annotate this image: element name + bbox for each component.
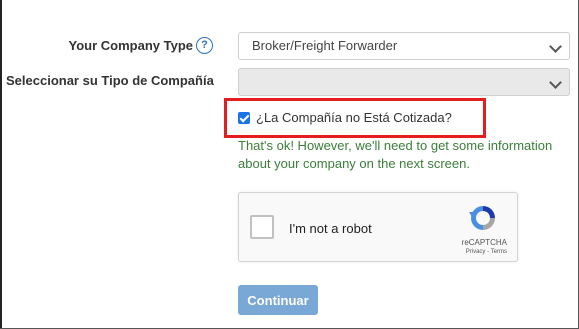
chevron-down-icon <box>549 40 562 53</box>
recaptcha-label: I'm not a robot <box>289 221 372 236</box>
info-message: That's ok! However, we'll need to get so… <box>238 138 553 171</box>
not-listed-checkbox[interactable] <box>238 111 250 124</box>
chevron-down-icon <box>549 76 562 89</box>
recaptcha-privacy-terms-links[interactable]: Privacy - Terms <box>466 249 507 255</box>
select-company-type-dropdown[interactable] <box>238 68 570 96</box>
not-listed-checkbox-label[interactable]: ¿La Compañía no Está Cotizada? <box>256 110 452 125</box>
continue-button[interactable]: Continuar <box>238 285 318 315</box>
company-type-label: Your Company Type ? <box>69 37 213 54</box>
recaptcha-brand-text: reCAPTCHA <box>461 238 507 247</box>
company-type-select[interactable]: Broker/Freight Forwarder <box>238 32 570 60</box>
select-company-type-label: Seleccionar su Tipo de Compañía <box>6 73 214 88</box>
window-border-left <box>0 0 2 329</box>
recaptcha-widget: I'm not a robot reCAPTCHA Privacy - Term… <box>238 192 518 262</box>
company-type-label-text: Your Company Type <box>68 38 193 53</box>
recaptcha-checkbox[interactable] <box>250 215 274 239</box>
not-listed-checkbox-row[interactable]: ¿La Compañía no Está Cotizada? <box>238 110 452 125</box>
company-type-select-value: Broker/Freight Forwarder <box>252 38 398 53</box>
recaptcha-logo-icon <box>469 206 495 230</box>
question-circle-icon[interactable]: ? <box>196 37 213 54</box>
